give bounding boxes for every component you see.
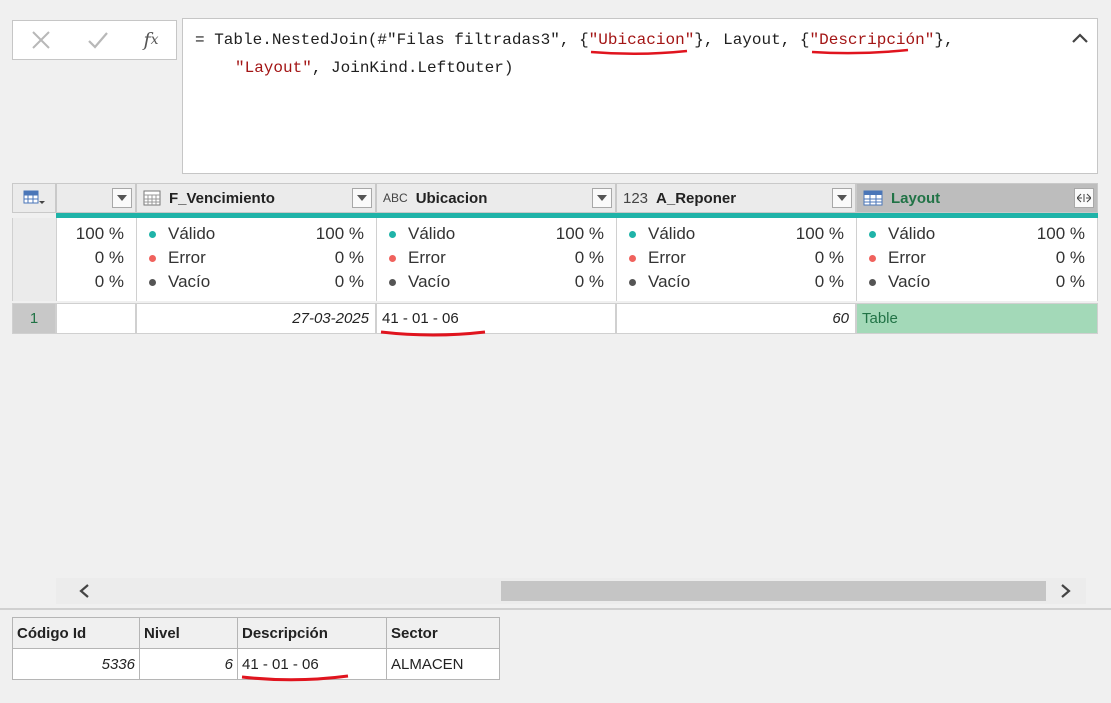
row-index[interactable]: 1 — [12, 303, 56, 334]
column-header-a-reponer[interactable]: 123 A_Reponer — [616, 183, 856, 213]
quality-layout: Válido 100 % Error 0 % Vacío 0 % — [856, 218, 1098, 301]
table-icon — [23, 190, 45, 204]
calendar-icon — [143, 190, 161, 206]
red-underline — [590, 49, 687, 56]
quality-gutter — [12, 218, 56, 301]
table-cell-descripcion[interactable]: 41 - 01 - 06 — [237, 648, 387, 682]
table-cell-layout[interactable]: Table — [856, 303, 1098, 334]
table-cell[interactable] — [56, 303, 136, 334]
scroll-right-icon[interactable] — [1060, 583, 1072, 604]
data-grid: F_Vencimiento ABC Ubicacion 123 A_Repone… — [12, 183, 1098, 337]
horizontal-scrollbar[interactable] — [56, 578, 1086, 604]
cancel-icon[interactable] — [21, 21, 61, 59]
quality-f-vencimiento: Válido 100 % Error 0 % Vacío 0 % — [136, 218, 376, 301]
column-header-f-vencimiento[interactable]: F_Vencimiento — [136, 183, 376, 213]
formula-actions: fx — [12, 20, 177, 60]
table-menu-button[interactable] — [12, 183, 56, 213]
scrollbar-thumb[interactable] — [501, 581, 1046, 601]
column-header[interactable]: Código Id — [12, 617, 140, 649]
table-cell-f-vencimiento[interactable]: 27-03-2025 — [136, 303, 376, 334]
number-type-icon: 123 — [623, 189, 649, 207]
chevron-down-icon[interactable] — [832, 188, 852, 208]
table-icon — [863, 190, 883, 206]
column-header[interactable]: Sector — [386, 617, 500, 649]
column-header-ubicacion[interactable]: ABC Ubicacion — [376, 183, 616, 213]
column-header[interactable]: Nivel — [139, 617, 238, 649]
table-row: 5336 6 41 - 01 - 06 ALMACEN — [12, 648, 500, 682]
table-cell[interactable]: ALMACEN — [386, 648, 500, 680]
table-cell[interactable]: 5336 — [12, 648, 140, 680]
text-type-icon: ABC — [383, 191, 408, 205]
formula-key-descripcion: "Descripción" — [810, 31, 934, 55]
chevron-down-icon[interactable] — [352, 188, 372, 208]
column-header-0[interactable] — [56, 183, 136, 213]
collapse-formula-icon[interactable] — [1071, 31, 1089, 50]
scroll-left-icon[interactable] — [78, 583, 90, 604]
table-cell-ubicacion[interactable]: 41 - 01 - 06 — [376, 303, 616, 337]
lookup-table: Código Id Nivel Descripción Sector 5336 … — [12, 617, 500, 682]
red-underline — [811, 48, 908, 55]
quality-ubicacion: Válido 100 % Error 0 % Vacío 0 % — [376, 218, 616, 301]
divider — [0, 608, 1111, 610]
formula-line-1: = Table.NestedJoin(#"Filas filtradas3", … — [195, 31, 954, 56]
table-header-row: Código Id Nivel Descripción Sector — [12, 617, 500, 649]
table-cell-a-reponer[interactable]: 60 — [616, 303, 856, 334]
formula-key-ubicacion: "Ubicacion" — [589, 31, 694, 56]
formula-line-2: "Layout", JoinKind.LeftOuter) — [235, 59, 514, 77]
column-header[interactable]: Descripción — [237, 617, 387, 649]
quality-a-reponer: Válido 100 % Error 0 % Vacío 0 % — [616, 218, 856, 301]
table-cell[interactable]: 6 — [139, 648, 238, 680]
chevron-down-icon[interactable] — [112, 188, 132, 208]
red-underline — [241, 674, 349, 682]
confirm-icon[interactable] — [78, 21, 118, 59]
quality-col-0: 100 % 0 % 0 % — [56, 218, 136, 301]
formula-input[interactable]: = Table.NestedJoin(#"Filas filtradas3", … — [182, 18, 1098, 174]
expand-column-icon[interactable] — [1074, 188, 1094, 208]
chevron-down-icon[interactable] — [592, 188, 612, 208]
fx-icon[interactable]: fx — [131, 21, 171, 59]
column-header-layout[interactable]: Layout — [856, 183, 1098, 213]
red-underline — [380, 330, 486, 337]
